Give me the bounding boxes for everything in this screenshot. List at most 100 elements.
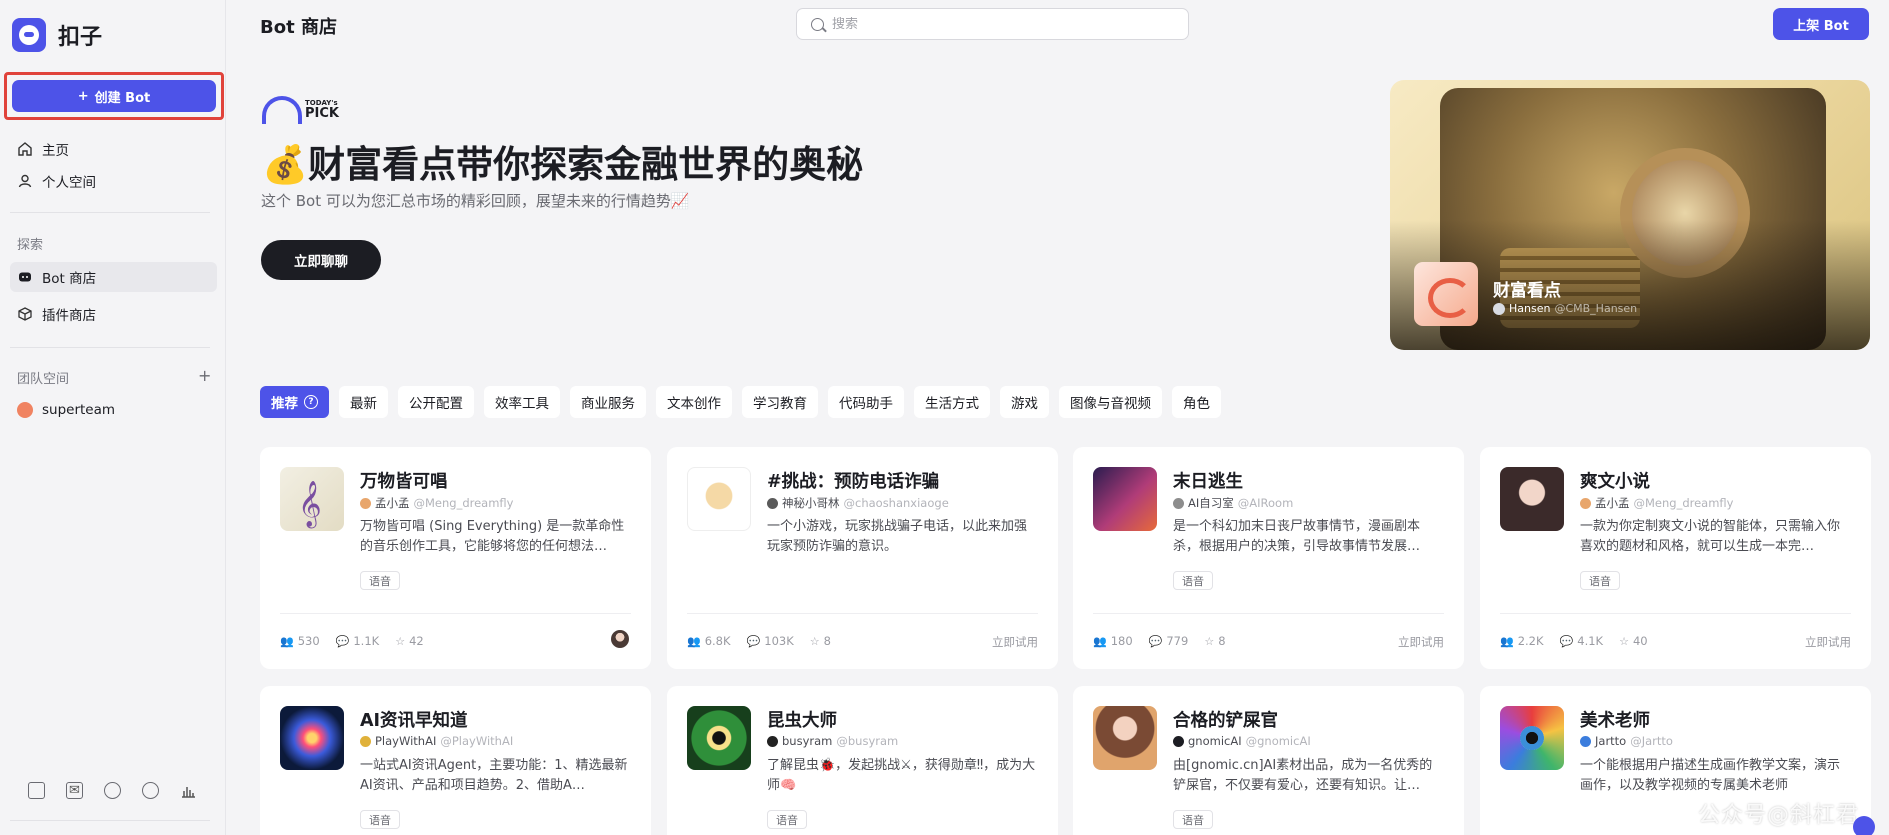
sidebar-item-label: 插件商店 — [42, 308, 96, 324]
bot-name: 昆虫大师 — [767, 711, 837, 731]
page-title: Bot 商店 — [260, 17, 337, 38]
eye-illustration — [1520, 726, 1544, 750]
users-icon: 👥 — [1500, 634, 1514, 648]
tab-productivity[interactable]: 效率工具 — [484, 386, 560, 418]
bot-name: 爽文小说 — [1580, 472, 1650, 492]
featured-bot-banner[interactable]: 财富看点 Hansen @CMB_Hansen — [1390, 80, 1870, 350]
sidebar-item-bot-store[interactable]: Bot 商店 — [10, 262, 217, 292]
person-icon — [17, 173, 33, 189]
mail-icon[interactable]: ✉ — [66, 782, 83, 799]
author-name: gnomicAI — [1188, 734, 1242, 748]
author-name: 神秘小哥林 — [782, 496, 840, 510]
todays-pick-badge: TODAY's PICK — [262, 96, 339, 124]
bot-card[interactable]: AI资讯早知道 PlayWithAI @PlayWithAI 一站式AI资讯Ag… — [260, 686, 651, 835]
hero-title: 💰财富看点带你探索金融世界的奥秘 — [262, 143, 864, 186]
tab-recommended[interactable]: 推荐 ? — [260, 386, 329, 418]
author-avatar — [1173, 497, 1184, 509]
bot-card[interactable]: 昆虫大师 busyram @busyram 了解昆虫🐞，发起挑战⚔，获得勋章‼，… — [667, 686, 1058, 835]
tab-code-assistant[interactable]: 代码助手 — [828, 386, 904, 418]
sidebar-item-home[interactable]: 主页 — [10, 134, 217, 164]
tab-public-config[interactable]: 公开配置 — [398, 386, 474, 418]
tab-characters[interactable]: 角色 — [1172, 386, 1221, 418]
author-avatar — [767, 497, 778, 509]
author-name: Hansen — [1509, 302, 1551, 315]
add-team-icon[interactable]: + — [198, 366, 211, 385]
search-box[interactable] — [796, 8, 1189, 40]
bot-stats: 👥 530 💬 1.1K ☆ 42 — [280, 634, 424, 648]
app-logo[interactable]: 扣子 — [12, 18, 102, 52]
bot-author: busyram @busyram — [767, 734, 898, 748]
bot-description: 一款为你定制爽文小说的智能体，只需输入你喜欢的题材和风格，就可以生成一本完… — [1580, 519, 1841, 554]
bot-card[interactable]: 合格的铲屎官 gnomicAI @gnomicAI 由[gnomic.cn]AI… — [1073, 686, 1464, 835]
bot-avatar — [687, 706, 751, 770]
voice-tag: 语音 — [1580, 571, 1620, 590]
bot-avatar — [280, 706, 344, 770]
bot-name: 美术老师 — [1580, 711, 1650, 731]
author-handle: @Meng_dreamfly — [1633, 496, 1734, 510]
bot-avatar — [1500, 706, 1564, 770]
bot-card[interactable]: 𝄞 万物皆可唱 孟小孟 @Meng_dreamfly 万物皆可唱 (Sing E… — [260, 447, 651, 669]
document-icon[interactable] — [28, 782, 45, 799]
bot-card[interactable]: #挑战：预防电话诈骗 神秘小哥林 @chaoshanxiaoge 一个小游戏，玩… — [667, 447, 1058, 669]
users-count: 530 — [297, 634, 320, 648]
search-input[interactable] — [832, 16, 1152, 32]
tab-image-video[interactable]: 图像与音视频 — [1059, 386, 1162, 418]
tab-education[interactable]: 学习教育 — [742, 386, 818, 418]
voice-tag: 语音 — [767, 810, 807, 829]
author-name: PlayWithAI — [375, 734, 437, 748]
bot-card[interactable]: 爽文小说 孟小孟 @Meng_dreamfly 一款为你定制爽文小说的智能体，只… — [1480, 447, 1871, 669]
watermark: 公众号@斜杠君 — [1698, 803, 1860, 828]
sidebar-item-team[interactable]: superteam — [10, 395, 217, 425]
coze-logo-icon — [12, 18, 46, 52]
discord-icon[interactable] — [142, 782, 159, 799]
featured-bot-name: 财富看点 — [1493, 281, 1561, 301]
sidebar-item-label: Bot 商店 — [42, 271, 97, 287]
sidebar: 扣子 + 创建 Bot 主页 个人空间 探索 Bot 商店 插件商店 团队空间 … — [0, 0, 226, 835]
sidebar-item-plugin-store[interactable]: 插件商店 — [10, 299, 217, 329]
try-now-link[interactable]: 立即试用 — [1805, 634, 1851, 650]
category-tabs: 推荐 ? 最新 公开配置 效率工具 商业服务 文本创作 学习教育 代码助手 生活… — [260, 386, 1221, 418]
chat-icon: 💬 — [746, 634, 761, 648]
tab-writing[interactable]: 文本创作 — [656, 386, 732, 418]
bot-name: #挑战：预防电话诈骗 — [767, 472, 940, 492]
publish-bot-button[interactable]: 上架 Bot — [1773, 8, 1869, 40]
voice-tag: 语音 — [360, 571, 400, 590]
author-handle: @Meng_dreamfly — [413, 496, 514, 510]
sidebar-item-personal-space[interactable]: 个人空间 — [10, 166, 217, 196]
author-handle: @AIRoom — [1237, 496, 1294, 510]
try-now-link[interactable]: 立即试用 — [1398, 634, 1444, 650]
bot-avatar — [1093, 706, 1157, 770]
try-now-link[interactable]: 立即试用 — [992, 634, 1038, 650]
tab-business[interactable]: 商业服务 — [570, 386, 646, 418]
users-count: 2.2K — [1517, 634, 1544, 648]
users-count: 6.8K — [704, 634, 731, 648]
tab-label: 推荐 — [271, 396, 298, 412]
chart-icon[interactable] — [180, 782, 197, 799]
team-name: superteam — [42, 402, 116, 418]
chat-float-button[interactable] — [1853, 816, 1875, 835]
app-name: 扣子 — [58, 25, 103, 50]
tab-latest[interactable]: 最新 — [339, 386, 388, 418]
author-avatar — [1580, 735, 1591, 747]
sidebar-item-label: 主页 — [42, 143, 69, 159]
bot-author: gnomicAI @gnomicAI — [1173, 734, 1311, 748]
users-icon: 👥 — [280, 634, 294, 648]
help-icon[interactable]: ? — [304, 395, 318, 409]
team-avatar — [17, 402, 33, 418]
create-bot-button[interactable]: + 创建 Bot — [12, 80, 216, 112]
pick-arc-icon — [262, 96, 302, 124]
chat-now-button[interactable]: 立即聊聊 — [261, 240, 381, 280]
bot-name: 万物皆可唱 — [360, 472, 448, 492]
bot-card[interactable]: 末日逃生 AI自习室 @AIRoom 是一个科幻加末日丧尸故事情节，漫画剧本杀，… — [1073, 447, 1464, 669]
explore-section-label: 探索 — [17, 238, 44, 253]
author-handle: @chaoshanxiaoge — [843, 496, 949, 510]
card-divider — [280, 613, 631, 614]
stars-count: 40 — [1632, 634, 1648, 648]
bot-name: 末日逃生 — [1173, 472, 1243, 492]
chats-count: 4.1K — [1577, 634, 1604, 648]
tab-lifestyle[interactable]: 生活方式 — [914, 386, 990, 418]
bot-author: AI自习室 @AIRoom — [1173, 495, 1293, 511]
chat-bubble-icon[interactable] — [104, 782, 121, 799]
chats-count: 779 — [1166, 634, 1189, 648]
tab-games[interactable]: 游戏 — [1000, 386, 1049, 418]
